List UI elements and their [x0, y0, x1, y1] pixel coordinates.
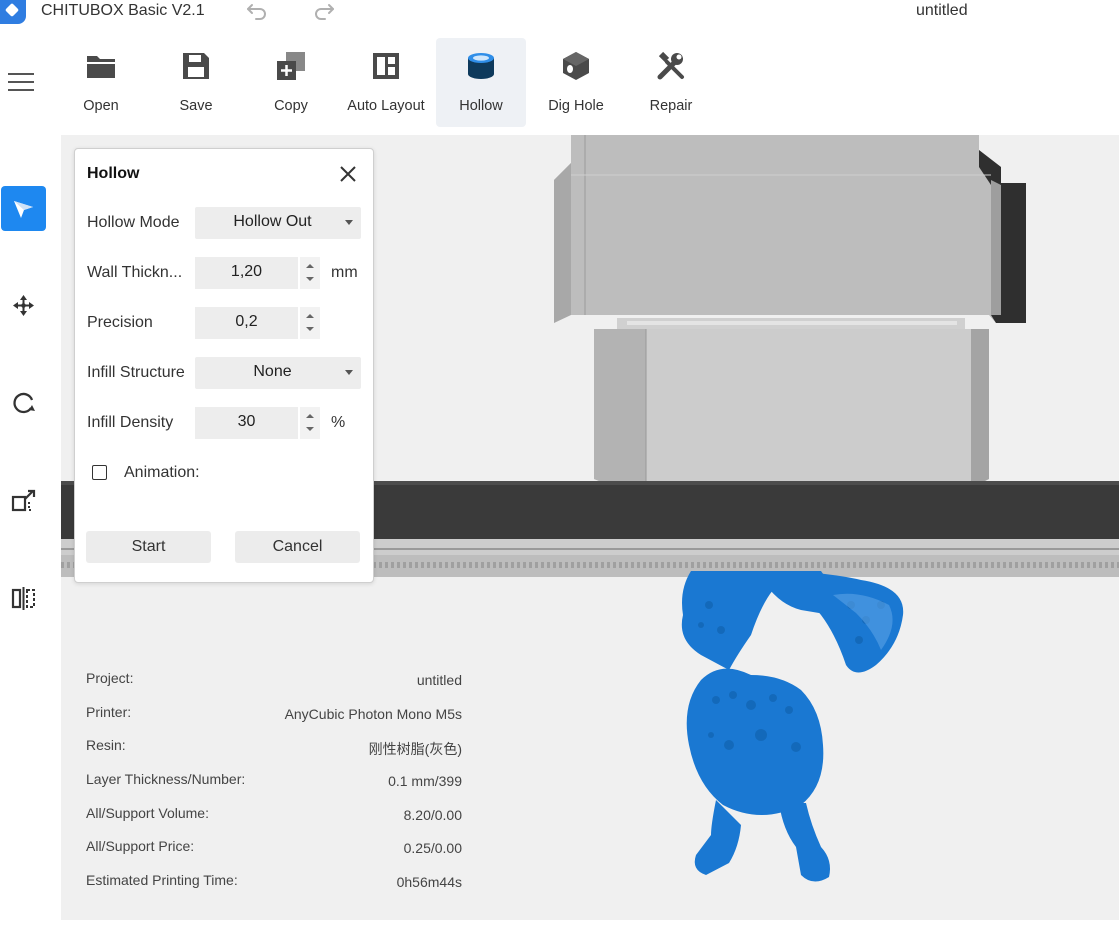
- save-label: Save: [179, 98, 213, 114]
- info-row: Layer Thickness/Number: 0.1 mm/399: [86, 771, 462, 791]
- mirror-tool-icon: [11, 587, 35, 610]
- hollow-cylinder-icon: [468, 53, 494, 79]
- select-tool-icon: [14, 201, 33, 218]
- info-value: untitled: [416, 672, 462, 688]
- hollow-mode-value: Hollow Out: [233, 213, 312, 230]
- info-row: All/Support Price: 0.25/0.00: [86, 838, 462, 858]
- infill-structure-value: None: [253, 363, 292, 380]
- hollow-mode-select[interactable]: Hollow Out: [195, 207, 361, 239]
- open-button[interactable]: Open: [56, 38, 146, 127]
- move-tool-icon: [13, 295, 34, 316]
- title-bar: CHITUBOX Basic V2.1 untitled: [0, 0, 1119, 28]
- dig-hole-button[interactable]: Dig Hole: [531, 38, 621, 127]
- scale-tool-icon: [11, 489, 36, 512]
- info-value: 8.20/0.00: [403, 807, 462, 823]
- chevron-down-icon: [345, 220, 353, 225]
- auto-layout-button[interactable]: Auto Layout: [341, 38, 431, 127]
- info-value: AnyCubic Photon Mono M5s: [284, 706, 462, 722]
- chevron-down-icon: [345, 370, 353, 375]
- info-row: All/Support Volume: 8.20/0.00: [86, 805, 462, 825]
- move-tool-button[interactable]: [1, 283, 46, 328]
- wall-thickness-unit: mm: [331, 264, 358, 281]
- info-row: Estimated Printing Time: 0h56m44s: [86, 872, 462, 892]
- infill-structure-label: Infill Structure: [87, 364, 185, 381]
- dig-hole-label: Dig Hole: [548, 98, 604, 114]
- spin-down-icon[interactable]: [306, 427, 314, 431]
- bottom-strip: [0, 920, 1119, 927]
- wall-thickness-label: Wall Thickn...: [87, 264, 183, 281]
- infill-density-spinbox[interactable]: 30: [195, 407, 320, 439]
- folder-icon: [87, 56, 115, 78]
- info-key: Printer:: [86, 704, 132, 720]
- repair-label: Repair: [649, 98, 693, 114]
- mirror-tool-button[interactable]: [1, 576, 46, 621]
- auto-layout-label: Auto Layout: [347, 98, 425, 114]
- animation-label: Animation:: [124, 464, 200, 481]
- hollow-panel: Hollow Hollow Mode Hollow Out Wall Thick…: [74, 148, 374, 583]
- info-key: Layer Thickness/Number:: [86, 771, 246, 787]
- info-value: 0.1 mm/399: [388, 773, 462, 789]
- wall-thickness-spinbox[interactable]: 1,20: [195, 257, 320, 289]
- start-button[interactable]: Start: [86, 531, 211, 563]
- spin-down-icon[interactable]: [306, 327, 314, 331]
- redo-icon[interactable]: [313, 1, 335, 21]
- dig-hole-cube-icon: [563, 52, 589, 80]
- info-key: Estimated Printing Time:: [86, 872, 238, 888]
- app-title: CHITUBOX Basic V2.1: [41, 2, 205, 19]
- spin-up-icon[interactable]: [306, 314, 314, 318]
- copy-plus-icon: [277, 52, 305, 80]
- info-key: All/Support Volume:: [86, 805, 209, 821]
- spin-down-icon[interactable]: [306, 277, 314, 281]
- left-tool-sidebar: [0, 135, 61, 927]
- document-title: untitled: [916, 2, 968, 19]
- repair-button[interactable]: Repair: [626, 38, 716, 127]
- copy-button[interactable]: Copy: [246, 38, 336, 127]
- precision-value: 0,2: [235, 313, 258, 330]
- app-logo: [0, 0, 26, 24]
- spin-up-icon[interactable]: [306, 414, 314, 418]
- rotate-tool-button[interactable]: [1, 381, 46, 426]
- scale-tool-button[interactable]: [1, 478, 46, 523]
- infill-density-label: Infill Density: [87, 414, 174, 431]
- undo-icon[interactable]: [246, 1, 268, 21]
- save-button[interactable]: Save: [151, 38, 241, 127]
- spin-up-icon[interactable]: [306, 264, 314, 268]
- wall-thickness-value: 1,20: [230, 263, 263, 280]
- close-icon[interactable]: [337, 163, 359, 185]
- info-value: 0h56m44s: [396, 874, 462, 890]
- floppy-disk-icon: [183, 53, 209, 79]
- main-toolbar: Open Save Copy Auto Layout Hollow Dig Ho…: [0, 28, 1119, 135]
- panel-title: Hollow: [87, 165, 140, 182]
- open-label: Open: [83, 98, 119, 114]
- cancel-button[interactable]: Cancel: [235, 531, 360, 563]
- animation-checkbox[interactable]: [92, 465, 107, 480]
- hollow-button[interactable]: Hollow: [436, 38, 526, 127]
- info-value: 刚性树脂(灰色): [368, 741, 462, 757]
- infill-density-value: 30: [237, 413, 256, 430]
- info-row: Printer: AnyCubic Photon Mono M5s: [86, 704, 462, 724]
- precision-spinbox[interactable]: 0,2: [195, 307, 320, 339]
- info-key: Resin:: [86, 737, 126, 753]
- info-value: 0.25/0.00: [403, 840, 462, 856]
- hollow-label: Hollow: [459, 98, 503, 114]
- info-key: All/Support Price:: [86, 838, 195, 854]
- hamburger-menu-icon[interactable]: [8, 71, 34, 93]
- rotate-tool-icon: [13, 392, 35, 414]
- info-row: Project: untitled: [86, 670, 462, 690]
- select-tool-button[interactable]: [1, 186, 46, 231]
- info-row: Resin: 刚性树脂(灰色): [86, 737, 462, 757]
- infill-structure-select[interactable]: None: [195, 357, 361, 389]
- copy-label: Copy: [274, 98, 308, 114]
- hollow-mode-label: Hollow Mode: [87, 214, 180, 231]
- info-key: Project:: [86, 670, 134, 686]
- printer-head-lower: [594, 329, 989, 485]
- infill-density-unit: %: [331, 414, 346, 431]
- wrench-screwdriver-icon: [657, 51, 684, 80]
- layout-grid-icon: [373, 53, 399, 79]
- printer-head-upper: [554, 135, 1026, 323]
- precision-label: Precision: [87, 314, 153, 331]
